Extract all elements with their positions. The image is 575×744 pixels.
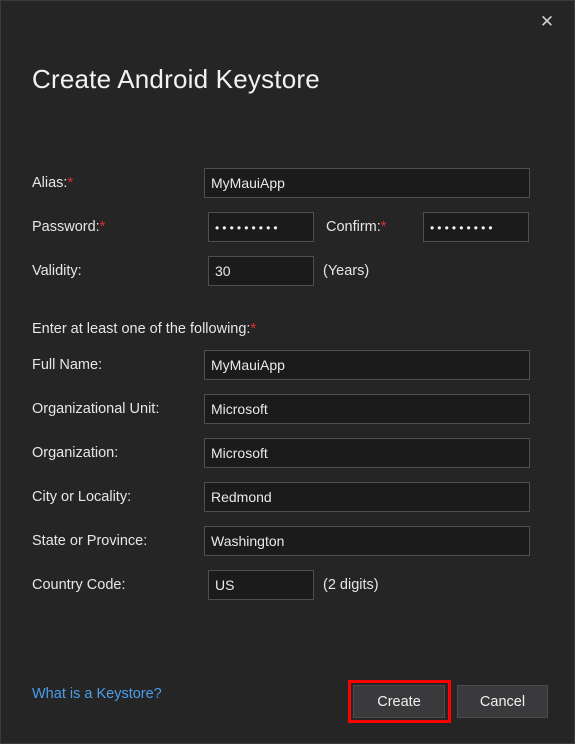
cancel-button[interactable]: Cancel (457, 685, 548, 718)
organization-label: Organization: (32, 445, 119, 461)
country-code-label: Country Code: (32, 577, 126, 593)
create-keystore-dialog: ✕ Create Android Keystore Alias:* Passwo… (0, 0, 575, 744)
validity-label: Validity: (32, 263, 82, 279)
validity-input[interactable] (208, 256, 314, 286)
confirm-label: Confirm:* (326, 219, 386, 235)
alias-input[interactable] (204, 168, 530, 198)
alias-label: Alias:* (32, 175, 73, 191)
row-full-name: Full Name: (1, 343, 574, 387)
password-required-asterisk: * (99, 219, 106, 235)
state-input[interactable] (204, 526, 530, 556)
password-label: Password:* (32, 219, 105, 235)
row-validity: Validity: (Years) (1, 249, 574, 293)
close-icon[interactable]: ✕ (528, 7, 566, 35)
create-button[interactable]: Create (353, 685, 445, 718)
section-note-text: Enter at least one of the following: (32, 321, 251, 337)
city-label: City or Locality: (32, 489, 132, 505)
country-code-input[interactable] (208, 570, 314, 600)
row-organizational-unit: Organizational Unit: (1, 387, 574, 431)
optional-fields-group: Full Name: Organizational Unit: Organiza… (1, 343, 574, 607)
page-title: Create Android Keystore (32, 64, 320, 94)
full-name-input[interactable] (204, 350, 530, 380)
full-name-label: Full Name: (32, 357, 103, 373)
city-input[interactable] (204, 482, 530, 512)
row-city: City or Locality: (1, 475, 574, 519)
validity-units-hint: (Years) (323, 263, 370, 279)
dialog-titlebar: ✕ (1, 1, 574, 37)
confirm-required-asterisk: * (380, 219, 387, 235)
state-label: State or Province: (32, 533, 148, 549)
section-note: Enter at least one of the following:* (32, 321, 256, 337)
row-password: Password:* Confirm:* (1, 205, 574, 249)
row-alias: Alias:* (1, 161, 574, 205)
section-note-asterisk: * (250, 321, 257, 337)
country-code-hint: (2 digits) (323, 577, 379, 593)
alias-required-asterisk: * (67, 175, 74, 191)
confirm-password-input[interactable] (423, 212, 529, 242)
organizational-unit-input[interactable] (204, 394, 530, 424)
organization-input[interactable] (204, 438, 530, 468)
row-country-code: Country Code: (2 digits) (1, 563, 574, 607)
password-input[interactable] (208, 212, 314, 242)
keystore-form: Alias:* Password:* Confirm:* Validity: (… (1, 161, 574, 293)
what-is-a-keystore-link[interactable]: What is a Keystore? (32, 686, 162, 702)
row-organization: Organization: (1, 431, 574, 475)
password-label-text: Password: (32, 219, 100, 235)
confirm-label-text: Confirm: (326, 219, 381, 235)
organizational-unit-label: Organizational Unit: (32, 401, 160, 417)
alias-label-text: Alias: (32, 175, 68, 191)
row-state: State or Province: (1, 519, 574, 563)
